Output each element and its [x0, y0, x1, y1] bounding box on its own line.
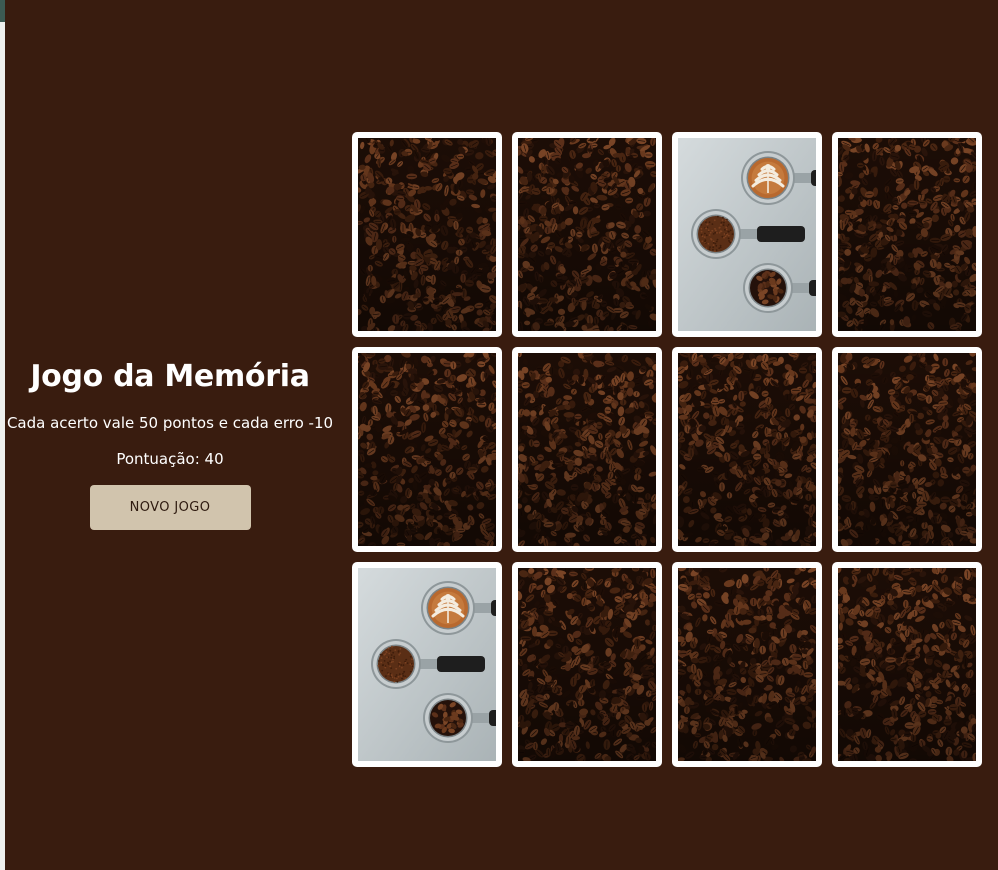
memory-card-hidden[interactable]	[512, 562, 662, 767]
new-game-button[interactable]: NOVO JOGO	[89, 485, 251, 530]
coffee-beans-image	[358, 353, 496, 546]
memory-card-hidden[interactable]	[512, 132, 662, 337]
card-face	[358, 568, 496, 761]
card-face	[678, 568, 816, 761]
card-face	[358, 138, 496, 331]
coffee-beans-image	[838, 353, 976, 546]
memory-board	[352, 132, 982, 767]
card-face	[518, 568, 656, 761]
memory-card-hidden[interactable]	[672, 347, 822, 552]
card-face	[678, 138, 816, 331]
memory-card-revealed[interactable]	[672, 132, 822, 337]
memory-card-hidden[interactable]	[352, 347, 502, 552]
memory-card-revealed[interactable]	[352, 562, 502, 767]
memory-card-hidden[interactable]	[512, 347, 662, 552]
coffee-beans-image	[518, 138, 656, 331]
coffee-beans-image	[518, 353, 656, 546]
coffee-beans-image	[838, 568, 976, 761]
card-face	[518, 353, 656, 546]
memory-card-hidden[interactable]	[832, 132, 982, 337]
coffee-beans-image	[518, 568, 656, 761]
coffee-beans-image	[838, 138, 976, 331]
memory-card-hidden[interactable]	[672, 562, 822, 767]
game-title: Jogo da Memória	[30, 359, 310, 394]
coffee-beans-image	[678, 353, 816, 546]
espresso-portafilters-image	[678, 138, 816, 331]
card-face	[518, 138, 656, 331]
info-panel: Jogo da Memória Cada acerto vale 50 pont…	[5, 355, 335, 530]
memory-card-hidden[interactable]	[832, 562, 982, 767]
coffee-beans-image	[678, 568, 816, 761]
espresso-portafilters-image	[358, 568, 496, 761]
coffee-beans-image	[358, 138, 496, 331]
card-face	[358, 353, 496, 546]
rules-text: Cada acerto vale 50 pontos e cada erro -…	[6, 414, 334, 432]
memory-card-hidden[interactable]	[832, 347, 982, 552]
card-face	[838, 568, 976, 761]
memory-card-hidden[interactable]	[352, 132, 502, 337]
card-face	[678, 353, 816, 546]
card-face	[838, 138, 976, 331]
card-face	[838, 353, 976, 546]
score-display: Pontuação: 40	[116, 450, 224, 468]
